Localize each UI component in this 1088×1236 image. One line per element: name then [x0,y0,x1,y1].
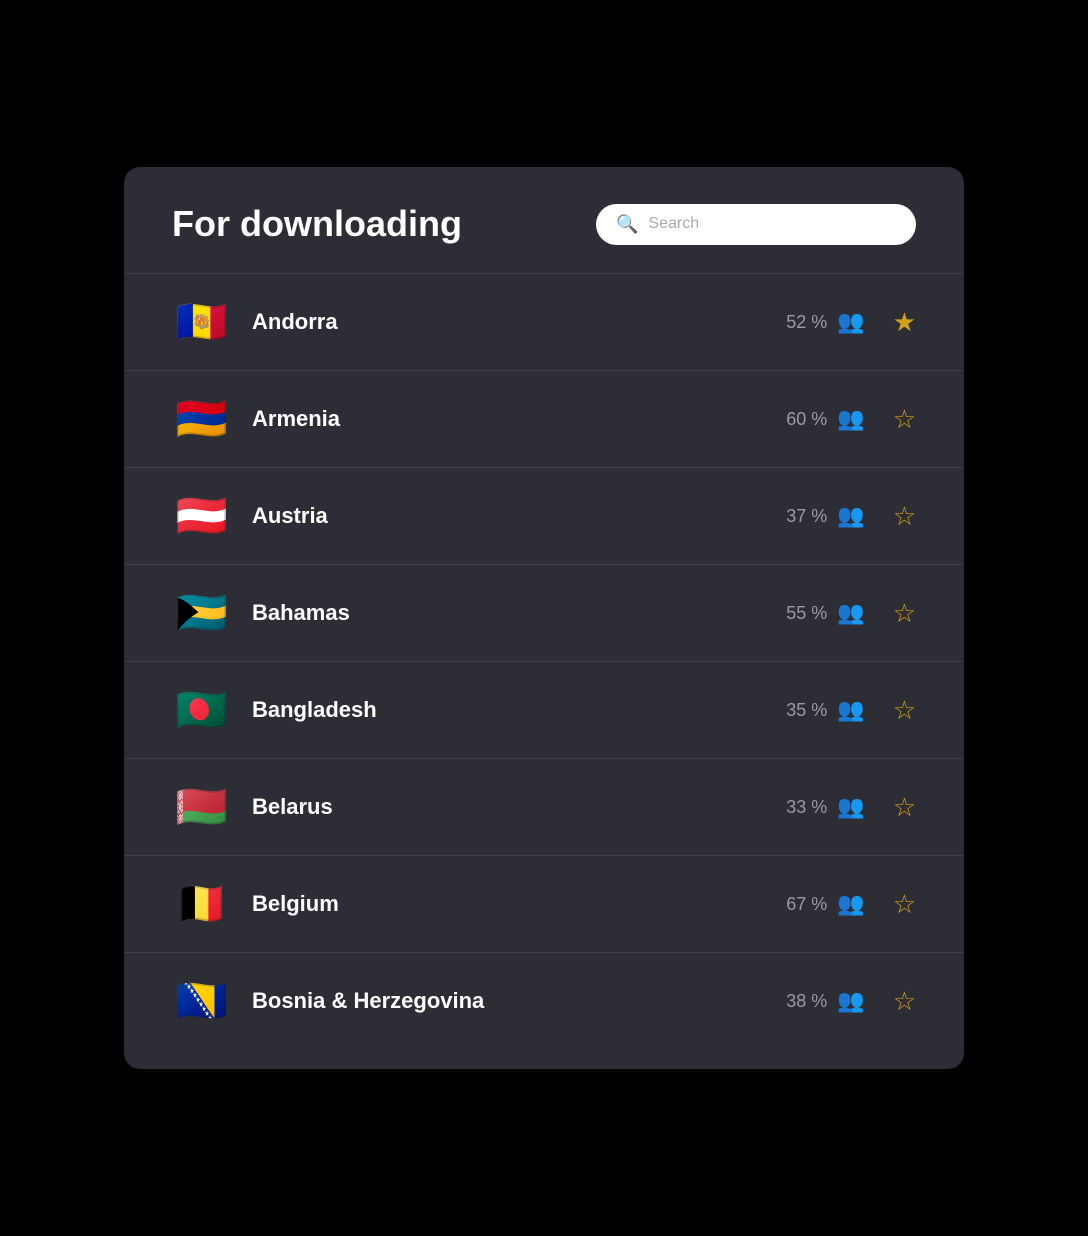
country-name-belarus: Belarus [252,794,747,820]
list-item: 🇦🇹 Austria 37 % 👥 ☆ [124,468,964,565]
people-icon-belgium: 👥 [837,891,864,917]
country-name-armenia: Armenia [252,406,747,432]
list-item: 🇧🇦 Bosnia & Herzegovina 38 % 👥 ☆ [124,953,964,1049]
right-section-bangladesh: 35 % 👥 ☆ [767,695,916,726]
star-icon-armenia[interactable]: ☆ [893,404,916,435]
star-icon-austria[interactable]: ☆ [893,501,916,532]
people-icon-austria: 👥 [837,503,864,529]
right-section-armenia: 60 % 👥 ☆ [767,404,916,435]
people-icon-bahamas: 👥 [837,600,864,626]
country-name-austria: Austria [252,503,747,529]
percentage-belarus: 33 % [767,797,827,818]
page-title: For downloading [172,203,462,245]
star-icon-bahamas[interactable]: ☆ [893,598,916,629]
header: For downloading 🔍 [124,167,964,274]
percentage-bahamas: 55 % [767,603,827,624]
country-flag-austria: 🇦🇹 [172,486,232,546]
right-section-andorra: 52 % 👥 ★ [767,307,916,338]
right-section-belarus: 33 % 👥 ☆ [767,792,916,823]
country-name-bosnia: Bosnia & Herzegovina [252,988,747,1014]
star-icon-andorra[interactable]: ★ [893,307,916,338]
list-item: 🇧🇸 Bahamas 55 % 👥 ☆ [124,565,964,662]
right-section-austria: 37 % 👥 ☆ [767,501,916,532]
country-flag-belgium: 🇧🇪 [172,874,232,934]
list-item: 🇦🇩 Andorra 52 % 👥 ★ [124,274,964,371]
star-icon-bosnia[interactable]: ☆ [893,986,916,1017]
list-item: 🇧🇩 Bangladesh 35 % 👥 ☆ [124,662,964,759]
list-item: 🇧🇾 Belarus 33 % 👥 ☆ [124,759,964,856]
list-item: 🇦🇲 Armenia 60 % 👥 ☆ [124,371,964,468]
country-name-bangladesh: Bangladesh [252,697,747,723]
star-icon-belarus[interactable]: ☆ [893,792,916,823]
right-section-bahamas: 55 % 👥 ☆ [767,598,916,629]
country-flag-bosnia: 🇧🇦 [172,971,232,1031]
country-flag-bangladesh: 🇧🇩 [172,680,232,740]
right-section-bosnia: 38 % 👥 ☆ [767,986,916,1017]
country-flag-belarus: 🇧🇾 [172,777,232,837]
people-icon-belarus: 👥 [837,794,864,820]
percentage-austria: 37 % [767,506,827,527]
people-icon-bosnia: 👥 [837,988,864,1014]
percentage-belgium: 67 % [767,894,827,915]
search-input[interactable] [648,215,896,233]
right-section-belgium: 67 % 👥 ☆ [767,889,916,920]
percentage-bangladesh: 35 % [767,700,827,721]
people-icon-andorra: 👥 [837,309,864,335]
country-name-belgium: Belgium [252,891,747,917]
list-item: 🇧🇪 Belgium 67 % 👥 ☆ [124,856,964,953]
percentage-bosnia: 38 % [767,991,827,1012]
country-list: 🇦🇩 Andorra 52 % 👥 ★ 🇦🇲 Armenia 60 % 👥 ☆ … [124,274,964,1049]
country-name-andorra: Andorra [252,309,747,335]
percentage-andorra: 52 % [767,312,827,333]
star-icon-bangladesh[interactable]: ☆ [893,695,916,726]
main-panel: For downloading 🔍 🇦🇩 Andorra 52 % 👥 ★ 🇦🇲… [124,167,964,1069]
search-icon: 🔍 [616,214,638,235]
country-flag-andorra: 🇦🇩 [172,292,232,352]
people-icon-armenia: 👥 [837,406,864,432]
star-icon-belgium[interactable]: ☆ [893,889,916,920]
country-flag-bahamas: 🇧🇸 [172,583,232,643]
search-box: 🔍 [596,204,916,245]
people-icon-bangladesh: 👥 [837,697,864,723]
country-name-bahamas: Bahamas [252,600,747,626]
percentage-armenia: 60 % [767,409,827,430]
country-flag-armenia: 🇦🇲 [172,389,232,449]
